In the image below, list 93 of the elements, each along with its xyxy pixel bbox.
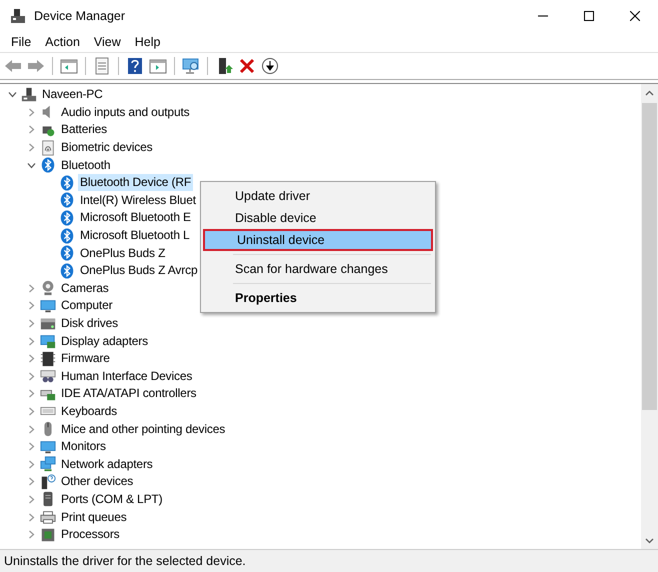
tree-item[interactable]: Intel(R) Wireless Bluet <box>78 192 198 209</box>
tree-item[interactable]: Display adapters <box>59 332 150 350</box>
tree-item[interactable]: Print queues <box>59 508 129 526</box>
scrollbar-thumb[interactable] <box>642 103 657 410</box>
printer-icon <box>40 509 56 526</box>
menu-item[interactable]: File <box>4 35 38 49</box>
tree-item[interactable]: Batteries <box>59 121 110 138</box>
bluetooth-icon <box>59 174 75 191</box>
tree-item[interactable]: Audio inputs and outputs <box>59 104 192 121</box>
scroll-up-icon[interactable] <box>645 90 654 96</box>
expand-chevron-icon[interactable] <box>26 284 36 293</box>
menu-item[interactable]: Uninstall device <box>203 229 433 251</box>
help-icon[interactable] <box>126 57 144 75</box>
menu-item[interactable]: Action <box>38 35 87 49</box>
expand-chevron-icon[interactable] <box>26 460 36 469</box>
expand-chevron-icon[interactable] <box>26 424 36 434</box>
bluetooth-icon <box>59 245 75 262</box>
menu-item[interactable]: Disable device <box>203 207 433 229</box>
tree-item[interactable]: Naveen-PC <box>40 86 105 104</box>
bluetooth-icon <box>59 262 75 279</box>
computer-icon <box>21 86 37 103</box>
menu-item[interactable]: View <box>86 35 128 49</box>
console-tree-icon[interactable] <box>60 57 78 75</box>
action-pane-icon[interactable] <box>149 57 167 75</box>
bluetooth-icon <box>59 192 75 208</box>
chip-icon <box>40 350 56 367</box>
tree-item[interactable]: Human Interface Devices <box>59 368 194 385</box>
close-icon <box>630 11 640 21</box>
monitor-icon <box>40 298 56 314</box>
disk-drive-icon <box>40 316 56 332</box>
monitor-search-icon[interactable] <box>182 57 200 75</box>
menu-item[interactable]: Properties <box>203 287 433 309</box>
expand-chevron-icon[interactable] <box>26 143 36 152</box>
device-manager-icon <box>10 8 26 24</box>
download-circle-icon[interactable] <box>261 57 279 75</box>
expand-chevron-icon[interactable] <box>26 125 36 134</box>
network-icon <box>40 456 56 472</box>
expand-chevron-icon[interactable] <box>26 389 36 398</box>
properties-sheet-icon[interactable] <box>93 57 111 75</box>
expand-chevron-icon[interactable] <box>26 406 36 416</box>
maximize-icon <box>584 11 594 21</box>
bluetooth-icon <box>59 228 75 244</box>
tree-item[interactable]: Microsoft Bluetooth L <box>78 227 192 244</box>
keyboard-people-icon <box>40 368 56 384</box>
tree-item[interactable]: Network adapters <box>59 456 155 473</box>
expand-chevron-icon[interactable] <box>26 477 36 486</box>
back-arrow-icon[interactable] <box>4 57 22 75</box>
tree-item[interactable]: Disk drives <box>59 315 120 332</box>
display-adapter-icon <box>40 333 56 350</box>
tree-item[interactable]: Processors <box>59 526 122 544</box>
window-title: Device Manager <box>34 9 126 23</box>
chip-icon <box>40 526 56 543</box>
menu-item[interactable]: Scan for hardware changes <box>203 258 433 280</box>
tree-item[interactable]: OnePlus Buds Z <box>78 244 168 262</box>
scroll-down-icon[interactable] <box>645 538 654 544</box>
expand-chevron-icon[interactable] <box>26 108 36 117</box>
expand-chevron-icon[interactable] <box>26 442 36 452</box>
tree-item[interactable]: Computer <box>59 297 114 314</box>
tree-item[interactable]: OnePlus Buds Z Avrcp <box>78 262 200 280</box>
expand-chevron-icon[interactable] <box>26 494 36 504</box>
delete-icon[interactable] <box>238 57 256 75</box>
expand-chevron-icon[interactable] <box>26 301 36 310</box>
tree-item[interactable]: Biometric devices <box>59 139 154 156</box>
tree-item[interactable]: Monitors <box>59 438 108 456</box>
tree-item[interactable]: Bluetooth Device (RF <box>78 174 194 192</box>
tree-item[interactable]: Keyboards <box>59 402 120 420</box>
collapse-chevron-icon[interactable] <box>8 90 16 100</box>
tree-item[interactable]: Firmware <box>59 350 112 368</box>
bluetooth-icon <box>59 210 75 226</box>
expand-chevron-icon[interactable] <box>26 336 36 346</box>
tree-item[interactable]: Mice and other pointing devices <box>59 420 228 438</box>
unknown-device-icon <box>40 474 56 490</box>
bluetooth-icon <box>40 157 56 174</box>
fingerprint-icon <box>40 140 56 156</box>
forward-arrow-icon[interactable] <box>27 57 45 75</box>
expand-chevron-icon[interactable] <box>26 354 36 364</box>
expand-chevron-icon[interactable] <box>26 512 36 522</box>
menu-item[interactable]: Help <box>128 35 168 49</box>
tree-item[interactable]: Other devices <box>59 473 136 490</box>
scrollbar[interactable] <box>641 84 658 549</box>
webcam-icon <box>40 280 56 296</box>
menu-item[interactable]: Update driver <box>203 185 433 207</box>
status-text: Uninstalls the driver for the selected device. <box>4 554 246 568</box>
expand-chevron-icon[interactable] <box>26 319 36 328</box>
tree-item[interactable]: Microsoft Bluetooth E <box>78 209 193 226</box>
tree-item[interactable]: Cameras <box>59 280 111 297</box>
expand-chevron-icon[interactable] <box>26 372 36 381</box>
tree-item[interactable]: Ports (COM & LPT) <box>59 490 164 508</box>
tree-item[interactable]: IDE ATA/ATAPI controllers <box>59 385 198 402</box>
tree-item[interactable]: Bluetooth <box>59 156 112 174</box>
expand-chevron-icon[interactable] <box>26 530 36 540</box>
collapse-chevron-icon[interactable] <box>26 160 36 170</box>
monitor-icon <box>40 438 56 455</box>
